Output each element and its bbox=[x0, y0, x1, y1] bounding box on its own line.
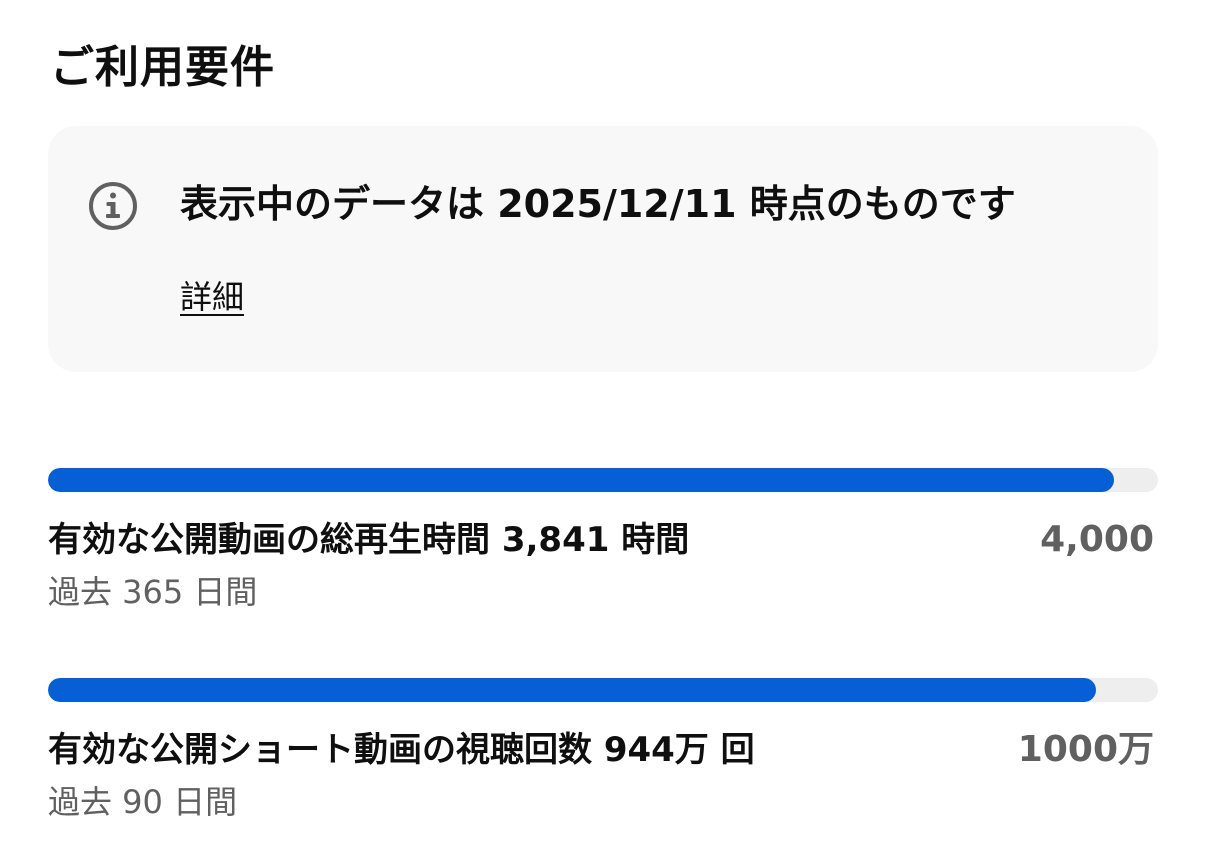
info-icon bbox=[89, 182, 137, 230]
shorts-views-progress-bar bbox=[48, 678, 1158, 702]
shorts-views-progress-fill bbox=[48, 678, 1096, 702]
watch-hours-target: 4,000 bbox=[1040, 519, 1154, 560]
shorts-views-target: 1000万 bbox=[1017, 729, 1154, 770]
data-info-card: 表示中のデータは 2025/12/11 時点のものです 詳細 bbox=[48, 126, 1158, 372]
shorts-views-label: 有効な公開ショート動画の視聴回数 944万 回 bbox=[48, 730, 755, 770]
watch-hours-progress-fill bbox=[48, 468, 1114, 492]
section-title: ご利用要件 bbox=[50, 42, 275, 93]
details-link[interactable]: 詳細 bbox=[180, 274, 244, 320]
watch-hours-label: 有効な公開動画の総再生時間 3,841 時間 bbox=[48, 520, 690, 560]
shorts-views-period: 過去 90 日間 bbox=[48, 783, 238, 821]
requirement-shorts-views: 有効な公開ショート動画の視聴回数 944万 回 1000万 過去 90 日間 bbox=[48, 678, 1158, 821]
data-timestamp-message: 表示中のデータは 2025/12/11 時点のものです bbox=[180, 182, 1016, 226]
requirements-page: ご利用要件 表示中のデータは 2025/12/11 時点のものです 詳細 有効な… bbox=[48, 0, 1158, 842]
watch-hours-period: 過去 365 日間 bbox=[48, 573, 258, 611]
requirement-watch-hours: 有効な公開動画の総再生時間 3,841 時間 4,000 過去 365 日間 bbox=[48, 468, 1158, 611]
watch-hours-progress-bar bbox=[48, 468, 1158, 492]
